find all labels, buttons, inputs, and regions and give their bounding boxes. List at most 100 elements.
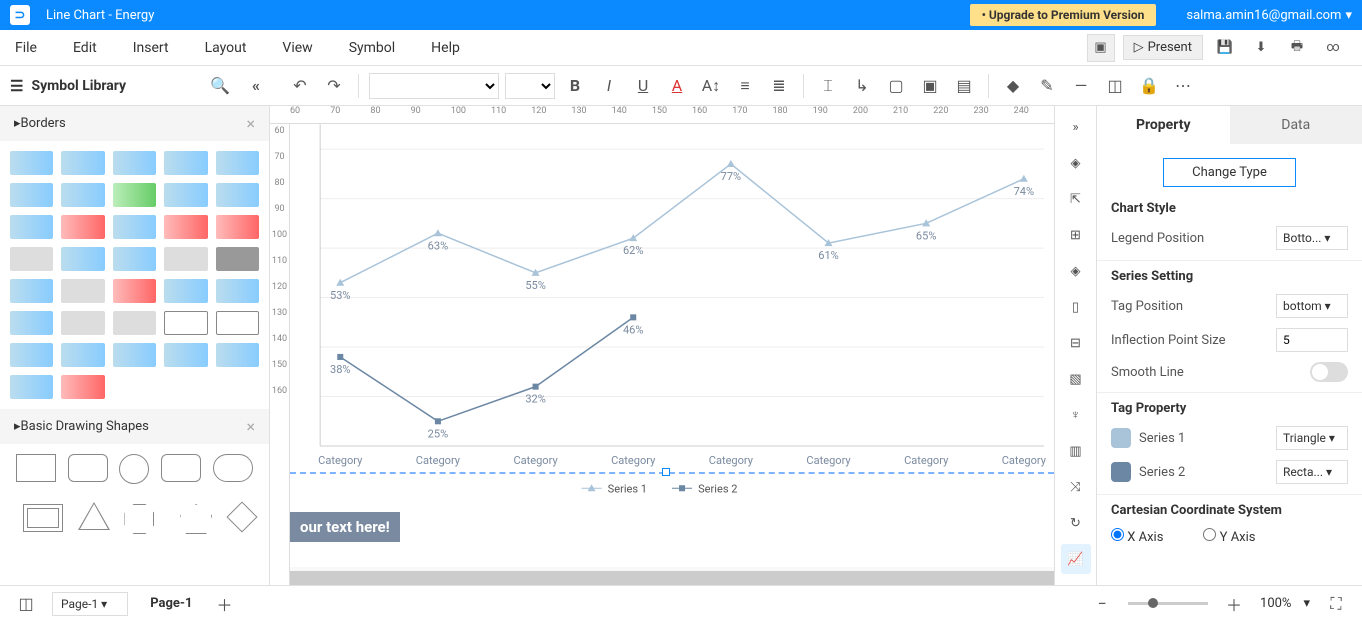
category-basic-shapes[interactable]: ▸ Basic Drawing Shapes× — [0, 409, 269, 444]
tag-position-select[interactable]: bottom ▾ — [1276, 294, 1348, 318]
download-icon[interactable]: ⬇ — [1247, 34, 1275, 62]
canvas[interactable]: 53%63%55%62%77%61%65%74%38%25%32%46%Cate… — [290, 124, 1054, 567]
outline-icon[interactable]: ◫ — [12, 590, 40, 618]
border-shape[interactable] — [10, 375, 53, 399]
share-icon[interactable]: ∞ — [1319, 34, 1347, 62]
border-shape[interactable] — [216, 183, 259, 207]
menu-help[interactable]: Help — [431, 40, 460, 56]
fill-button[interactable]: ◆ — [999, 72, 1027, 100]
border-shape[interactable] — [216, 215, 259, 239]
shape-triangle[interactable] — [78, 502, 110, 530]
text-tool[interactable]: ⌶ — [814, 72, 842, 100]
horizontal-scrollbar[interactable] — [290, 571, 1054, 585]
border-shape[interactable] — [164, 279, 207, 303]
line-style-button[interactable]: — — [1067, 72, 1095, 100]
theme-icon[interactable]: ◈ — [1061, 148, 1091, 178]
y-axis-radio[interactable]: Y Axis — [1203, 528, 1255, 545]
menu-edit[interactable]: Edit — [73, 40, 97, 56]
fullscreen-icon[interactable]: ⛶ — [1322, 590, 1350, 618]
border-shape[interactable] — [113, 311, 156, 335]
shape-rounded-rect[interactable] — [68, 454, 108, 482]
shape-rectangle[interactable] — [16, 454, 56, 482]
shape-rounded-rect-2[interactable] — [161, 454, 201, 482]
font-size-select[interactable] — [505, 73, 555, 99]
border-shape[interactable] — [61, 215, 104, 239]
connector-tool[interactable]: ↳ — [848, 72, 876, 100]
border-shape[interactable] — [10, 311, 53, 335]
tab-property[interactable]: Property — [1097, 106, 1230, 144]
line-chart[interactable]: 53%63%55%62%77%61%65%74%38%25%32%46%Cate… — [290, 124, 1054, 567]
shadow-button[interactable]: ◫ — [1101, 72, 1129, 100]
save-icon[interactable]: 💾 — [1211, 34, 1239, 62]
border-shape[interactable] — [164, 183, 207, 207]
series2-color[interactable] — [1111, 462, 1131, 482]
upgrade-button[interactable]: • Upgrade to Premium Version — [970, 4, 1157, 26]
text-direction-button[interactable]: A↕ — [697, 72, 725, 100]
print-icon[interactable]: 🖶 — [1283, 34, 1311, 62]
ungroup-tool[interactable]: ▤ — [950, 72, 978, 100]
align-h-button[interactable]: ≡ — [731, 72, 759, 100]
border-shape[interactable] — [61, 311, 104, 335]
border-shape[interactable] — [216, 247, 259, 271]
export-icon[interactable]: ⇱ — [1061, 184, 1091, 214]
border-shape[interactable] — [10, 343, 53, 367]
image-icon[interactable]: ▧ — [1061, 364, 1091, 394]
legend-position-select[interactable]: Botto... ▾ — [1276, 226, 1348, 250]
grid-icon[interactable]: ⊞ — [1061, 220, 1091, 250]
page-selector[interactable]: Page-1 ▾ — [52, 592, 128, 616]
menu-insert[interactable]: Insert — [133, 40, 169, 56]
border-shape[interactable] — [113, 343, 156, 367]
series1-color[interactable] — [1111, 428, 1131, 448]
user-menu[interactable]: salma.amin16@gmail.com▾ — [1186, 8, 1352, 23]
border-shape[interactable] — [216, 311, 259, 335]
line-color-button[interactable]: ✎ — [1033, 72, 1061, 100]
group-tool[interactable]: ▣ — [916, 72, 944, 100]
border-shape[interactable] — [61, 151, 104, 175]
border-shape[interactable] — [10, 247, 53, 271]
border-shape[interactable] — [216, 151, 259, 175]
lock-button[interactable]: 🔒 — [1135, 72, 1163, 100]
add-page-button[interactable]: ＋ — [211, 590, 239, 618]
search-icon[interactable]: 🔍 — [206, 72, 234, 100]
shape-octagon[interactable] — [124, 504, 154, 534]
layers-icon[interactable]: ◈ — [1061, 256, 1091, 286]
border-shape[interactable] — [10, 215, 53, 239]
border-shape[interactable] — [10, 151, 53, 175]
border-shape[interactable] — [164, 151, 207, 175]
redo-button[interactable]: ↷ — [320, 72, 348, 100]
border-shape[interactable] — [216, 279, 259, 303]
data-icon[interactable]: ⊟ — [1061, 328, 1091, 358]
border-shape[interactable] — [10, 183, 53, 207]
shape-diamond[interactable] — [226, 501, 257, 532]
more-button[interactable]: ⋯ — [1169, 72, 1197, 100]
x-axis-radio[interactable]: X Axis — [1111, 528, 1163, 545]
present-button[interactable]: ▷Present — [1123, 35, 1203, 60]
border-shape[interactable] — [61, 343, 104, 367]
border-shape[interactable] — [61, 375, 104, 399]
border-shape[interactable] — [113, 247, 156, 271]
border-shape[interactable] — [113, 279, 156, 303]
shape-circle[interactable] — [119, 454, 149, 484]
italic-button[interactable]: I — [595, 72, 623, 100]
line-chart-icon[interactable]: 📈 — [1061, 544, 1091, 574]
text-color-button[interactable]: A — [663, 72, 691, 100]
border-shape[interactable] — [61, 247, 104, 271]
page-tab[interactable]: Page-1 — [150, 596, 192, 611]
border-shape[interactable] — [113, 183, 156, 207]
border-shape[interactable] — [113, 151, 156, 175]
column-chart-icon[interactable]: ▥ — [1061, 436, 1091, 466]
zoom-in-button[interactable]: ＋ — [1220, 590, 1248, 618]
shape-pill[interactable] — [213, 454, 253, 482]
series1-marker-select[interactable]: Triangle ▾ — [1276, 426, 1348, 450]
border-shape[interactable] — [164, 311, 207, 335]
page-icon[interactable]: ▯ — [1061, 292, 1091, 322]
close-icon[interactable]: × — [246, 417, 255, 436]
tab-data[interactable]: Data — [1230, 106, 1362, 144]
selection-handle[interactable] — [662, 468, 670, 476]
container-tool[interactable]: ▢ — [882, 72, 910, 100]
zoom-slider[interactable] — [1128, 602, 1208, 605]
smooth-line-toggle[interactable] — [1310, 362, 1348, 382]
shuffle-icon[interactable]: ⤨ — [1061, 472, 1091, 502]
underline-button[interactable]: U — [629, 72, 657, 100]
menu-file[interactable]: File — [15, 40, 37, 56]
